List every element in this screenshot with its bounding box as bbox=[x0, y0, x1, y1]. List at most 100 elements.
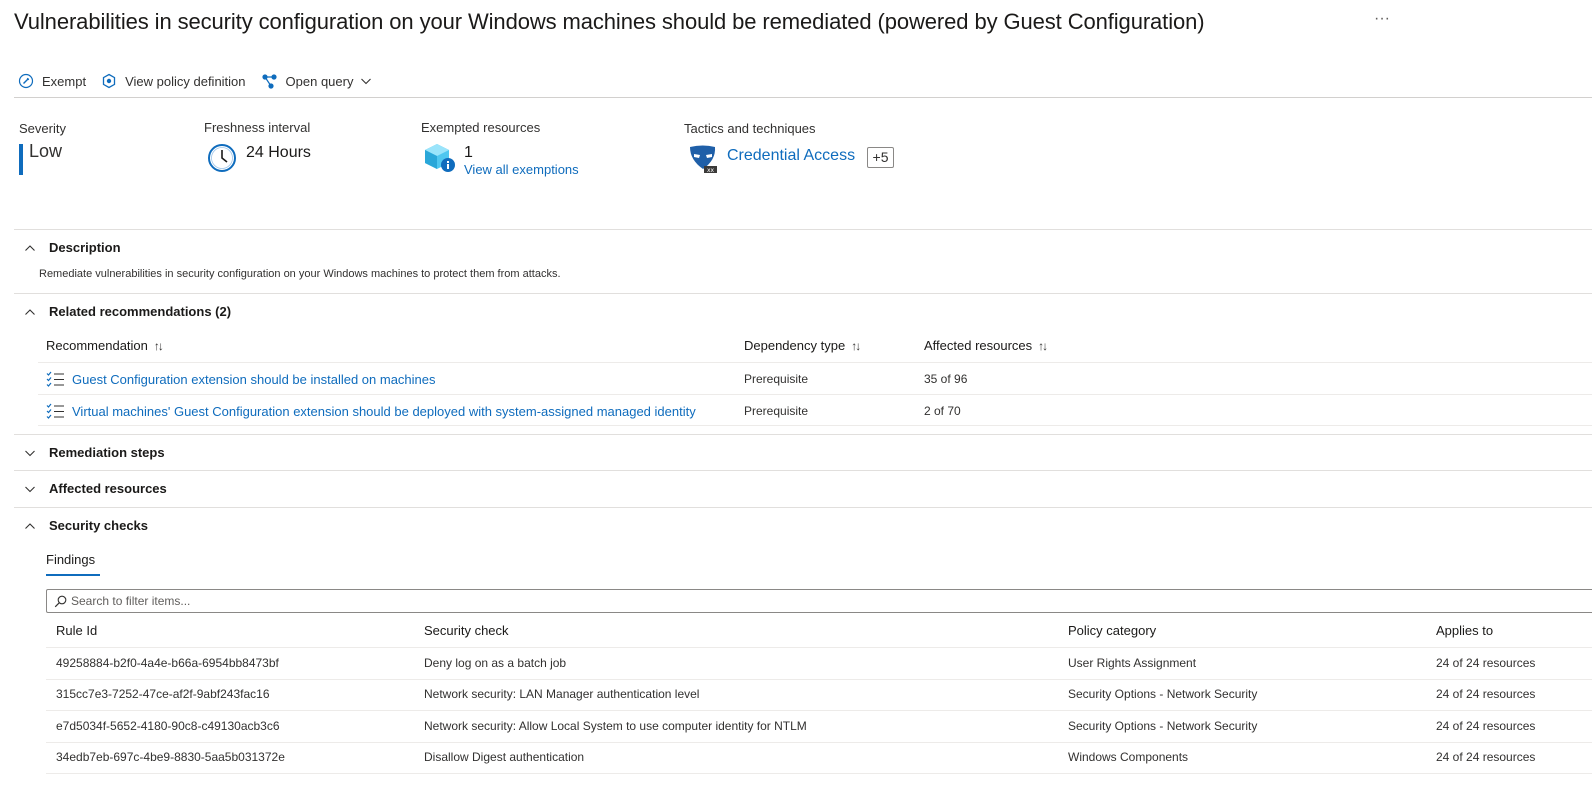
affected-resources-cell: 2 of 70 bbox=[924, 404, 961, 418]
list-check-icon bbox=[46, 371, 64, 387]
related-recommendations-toggle[interactable]: Related recommendations (2) bbox=[24, 304, 231, 319]
recommendation-name: Virtual machines' Guest Configuration ex… bbox=[72, 403, 696, 419]
section-divider bbox=[14, 507, 1592, 508]
security-check-cell: Deny log on as a batch job bbox=[424, 656, 567, 670]
dependency-type-cell: Prerequisite bbox=[744, 372, 809, 386]
row-divider bbox=[46, 647, 1592, 648]
description-text: Remediate vulnerabilities in security co… bbox=[39, 268, 561, 280]
rule-id-cell[interactable]: e7d5034f-5652-4180-90c8-c49130acb3c6 bbox=[56, 719, 280, 733]
column-header-recommendation[interactable]: Recommendation ↑↓ bbox=[46, 338, 164, 353]
affected-resources-cell: 35 of 96 bbox=[924, 372, 968, 386]
security-check-cell: Disallow Digest authentication bbox=[424, 750, 585, 764]
applies-to-cell: 24 of 24 resources bbox=[1436, 687, 1536, 701]
policy-category-cell: User Rights Assignment bbox=[1068, 656, 1197, 670]
exempted-count: 1 bbox=[464, 144, 473, 161]
page-title: Vulnerabilities in security configuratio… bbox=[14, 9, 1205, 34]
column-header-rule-id[interactable]: Rule Id bbox=[56, 623, 97, 638]
recommendation-row-link[interactable]: Virtual machines' Guest Configuration ex… bbox=[46, 403, 696, 419]
row-divider bbox=[46, 742, 1592, 743]
row-divider bbox=[38, 362, 1592, 363]
affected-resources-title: Affected resources bbox=[49, 481, 167, 496]
column-header-security-check[interactable]: Security check bbox=[424, 623, 509, 638]
mask-icon: xx bbox=[690, 145, 717, 174]
view-policy-definition-button[interactable]: View policy definition bbox=[101, 73, 246, 89]
freshness-label: Freshness interval bbox=[204, 120, 311, 135]
more-options-button[interactable]: ··· bbox=[1374, 10, 1390, 28]
column-header-label: Dependency type bbox=[744, 338, 846, 353]
column-header-label: Affected resources bbox=[924, 338, 1033, 353]
security-checks-toggle[interactable]: Security checks bbox=[24, 518, 148, 533]
tab-selected-indicator bbox=[46, 574, 100, 576]
description-section-toggle[interactable]: Description bbox=[24, 240, 121, 255]
rule-id-cell[interactable]: 34edb7eb-697c-4be9-8830-5aa5b031372e bbox=[56, 750, 285, 764]
security-check-cell: Network security: Allow Local System to … bbox=[424, 719, 807, 733]
chevron-down-icon bbox=[25, 486, 35, 492]
svg-text:xx: xx bbox=[707, 167, 715, 174]
chevron-up-icon bbox=[25, 244, 35, 251]
row-divider bbox=[46, 773, 1592, 774]
severity-label: Severity bbox=[19, 121, 66, 136]
security-checks-title: Security checks bbox=[49, 518, 149, 533]
view-all-exemptions-link[interactable]: View all exemptions bbox=[464, 162, 579, 177]
sort-icon: ↑↓ bbox=[153, 338, 164, 353]
column-header-label: Recommendation bbox=[46, 338, 148, 353]
severity-value: Low bbox=[29, 141, 63, 161]
freshness-value: 24 Hours bbox=[246, 144, 311, 161]
column-header-dependency-type[interactable]: Dependency type ↑↓ bbox=[744, 338, 861, 353]
section-divider bbox=[14, 470, 1592, 471]
filter-search-input[interactable] bbox=[71, 594, 1467, 608]
tactics-label: Tactics and techniques bbox=[684, 121, 816, 136]
row-divider bbox=[38, 394, 1592, 395]
column-header-policy-category[interactable]: Policy category bbox=[1068, 623, 1156, 638]
column-header-affected-resources[interactable]: Affected resources ↑↓ bbox=[924, 338, 1048, 353]
cube-info-icon bbox=[425, 144, 455, 172]
rule-id-cell[interactable]: 49258884-b2f0-4a4e-b66a-6954bb8473bf bbox=[56, 656, 279, 670]
more-tactics-badge[interactable]: +5 bbox=[867, 147, 894, 168]
related-recommendations-title: Related recommendations (2) bbox=[49, 304, 232, 319]
exempt-icon bbox=[18, 73, 34, 89]
severity-indicator bbox=[19, 144, 23, 175]
policy-category-cell: Windows Components bbox=[1068, 750, 1189, 764]
section-divider bbox=[14, 229, 1592, 230]
query-icon bbox=[261, 73, 277, 89]
chevron-up-icon bbox=[25, 308, 35, 315]
list-check-icon bbox=[46, 403, 64, 419]
toolbar-divider bbox=[14, 97, 1592, 98]
row-divider bbox=[38, 425, 1592, 426]
affected-resources-toggle[interactable]: Affected resources bbox=[24, 481, 167, 496]
section-divider bbox=[14, 293, 1592, 294]
exempt-label: Exempt bbox=[42, 73, 87, 89]
description-title: Description bbox=[49, 240, 121, 255]
column-header-applies-to[interactable]: Applies to bbox=[1436, 623, 1493, 638]
view-policy-label: View policy definition bbox=[125, 73, 246, 89]
search-icon bbox=[54, 595, 67, 607]
policy-category-cell: Security Options - Network Security bbox=[1068, 687, 1258, 701]
dependency-type-cell: Prerequisite bbox=[744, 404, 809, 418]
applies-to-cell: 24 of 24 resources bbox=[1436, 750, 1536, 764]
rule-id-cell[interactable]: 315cc7e3-7252-47ce-af2f-9abf243fac16 bbox=[56, 687, 270, 701]
recommendation-row-link[interactable]: Guest Configuration extension should be … bbox=[46, 371, 436, 387]
tactic-credential-access-link[interactable]: Credential Access bbox=[727, 147, 855, 165]
open-query-label: Open query bbox=[285, 73, 354, 89]
filter-search-box[interactable] bbox=[46, 589, 1592, 613]
remediation-steps-toggle[interactable]: Remediation steps bbox=[24, 445, 165, 460]
sort-icon: ↑↓ bbox=[851, 338, 861, 353]
open-query-button[interactable]: Open query bbox=[261, 73, 373, 90]
remediation-steps-title: Remediation steps bbox=[49, 445, 165, 460]
section-divider bbox=[14, 434, 1592, 435]
policy-category-cell: Security Options - Network Security bbox=[1068, 719, 1258, 733]
sort-icon: ↑↓ bbox=[1038, 338, 1048, 353]
security-check-cell: Network security: LAN Manager authentica… bbox=[424, 687, 700, 701]
row-divider bbox=[46, 679, 1592, 680]
recommendation-name: Guest Configuration extension should be … bbox=[72, 371, 436, 387]
exempted-label: Exempted resources bbox=[421, 120, 541, 135]
applies-to-cell: 24 of 24 resources bbox=[1436, 656, 1536, 670]
tab-findings[interactable]: Findings bbox=[46, 552, 95, 567]
exempt-button[interactable]: Exempt bbox=[18, 73, 86, 89]
policy-icon bbox=[102, 73, 116, 89]
chevron-down-icon bbox=[361, 78, 372, 85]
chevron-down-icon bbox=[25, 450, 35, 456]
clock-icon bbox=[208, 144, 236, 172]
applies-to-cell: 24 of 24 resources bbox=[1436, 719, 1536, 733]
command-bar: Exempt View policy definition Open query bbox=[18, 68, 387, 94]
